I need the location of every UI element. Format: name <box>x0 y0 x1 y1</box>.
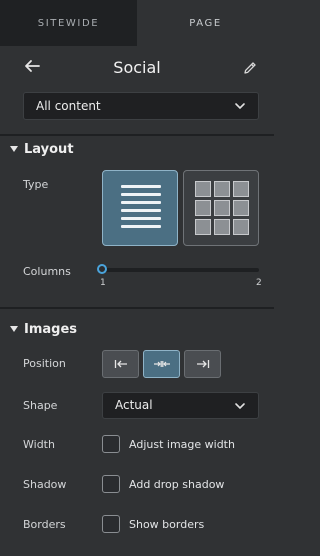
shape-select[interactable]: Actual <box>102 392 259 419</box>
position-right-button[interactable] <box>184 350 221 378</box>
chevron-down-icon <box>235 103 245 110</box>
images-section-toggle[interactable]: Images <box>10 322 77 337</box>
width-label: Width <box>23 438 55 451</box>
drop-shadow-option[interactable]: Add drop shadow <box>102 475 224 493</box>
pencil-icon[interactable] <box>242 60 258 76</box>
images-heading: Images <box>24 322 78 337</box>
layout-heading: Layout <box>24 142 74 157</box>
grid-layout-icon <box>195 181 249 235</box>
content-filter-select[interactable]: All content <box>23 92 259 120</box>
position-center-button[interactable] <box>143 350 180 378</box>
show-borders-label: Show borders <box>129 517 205 531</box>
align-right-icon <box>196 360 209 368</box>
columns-min-label: 1 <box>100 278 106 288</box>
show-borders-option[interactable]: Show borders <box>102 515 204 533</box>
borders-label: Borders <box>23 518 66 531</box>
drop-shadow-checkbox[interactable] <box>102 475 120 493</box>
adjust-width-checkbox[interactable] <box>102 435 120 453</box>
section-divider <box>0 307 274 309</box>
columns-label: Columns <box>23 265 71 278</box>
columns-max-label: 2 <box>256 278 262 288</box>
tab-page[interactable]: PAGE <box>137 0 274 46</box>
adjust-width-option[interactable]: Adjust image width <box>102 435 235 453</box>
align-left-icon <box>114 360 127 368</box>
position-left-button[interactable] <box>102 350 139 378</box>
section-divider <box>0 134 274 136</box>
columns-slider-track[interactable] <box>103 268 259 272</box>
panel-header: Social <box>0 46 274 96</box>
caret-down-icon <box>10 325 18 332</box>
tab-bar: SITEWIDE PAGE <box>0 0 274 46</box>
position-label: Position <box>23 357 66 370</box>
columns-slider-handle[interactable] <box>97 264 107 274</box>
adjust-width-label: Adjust image width <box>129 437 235 451</box>
chevron-down-icon <box>235 402 245 409</box>
tab-sitewide[interactable]: SITEWIDE <box>0 0 137 46</box>
shape-label: Shape <box>23 399 58 412</box>
type-grid-button[interactable] <box>183 170 259 246</box>
content-filter-value: All content <box>36 99 101 113</box>
shape-value: Actual <box>115 398 153 412</box>
caret-down-icon <box>10 145 18 152</box>
type-list-button[interactable] <box>102 170 178 246</box>
shadow-label: Shadow <box>23 478 67 491</box>
position-segmented-control <box>102 350 225 378</box>
drop-shadow-label: Add drop shadow <box>129 477 225 491</box>
show-borders-checkbox[interactable] <box>102 515 120 533</box>
align-center-icon <box>153 361 170 367</box>
layout-section-toggle[interactable]: Layout <box>10 142 74 157</box>
type-label: Type <box>23 178 49 191</box>
list-layout-icon <box>121 185 161 233</box>
page-title: Social <box>113 58 161 77</box>
